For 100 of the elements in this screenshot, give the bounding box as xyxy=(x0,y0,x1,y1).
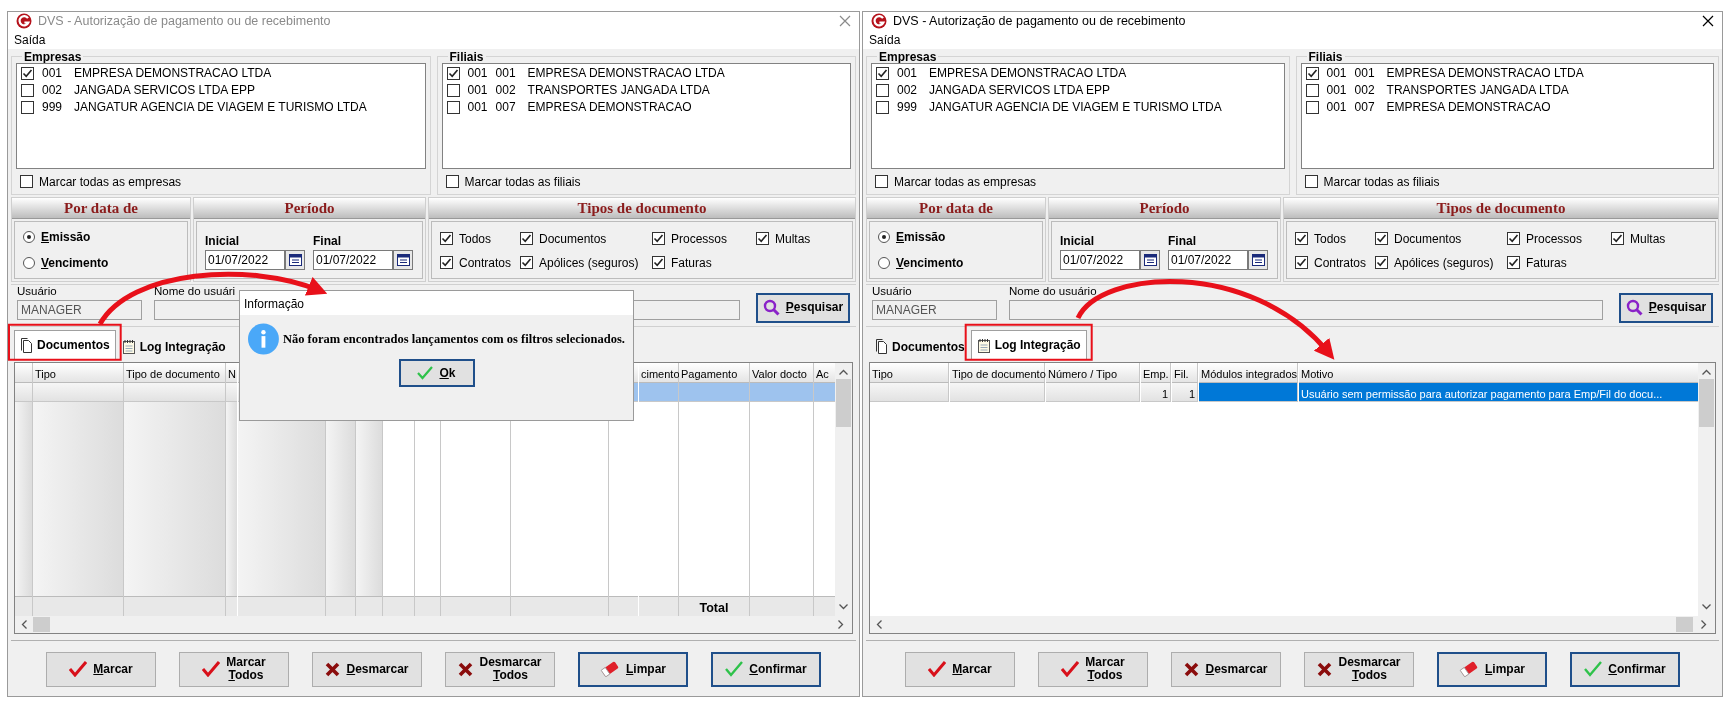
date-field[interactable]: 01/07/2022 xyxy=(313,249,393,270)
checkbox[interactable] xyxy=(1305,83,1319,97)
action-button[interactable]: Marcar xyxy=(46,651,156,687)
scrollbar-thumb[interactable] xyxy=(33,616,50,632)
scrollbar-thumb[interactable] xyxy=(1699,378,1714,427)
search-button[interactable]: Pesquisar xyxy=(756,292,850,323)
radio-button[interactable] xyxy=(23,256,35,269)
checkbox[interactable] xyxy=(1305,66,1319,80)
scroll-up-icon[interactable] xyxy=(1702,368,1711,375)
radio-button[interactable] xyxy=(878,256,890,269)
total-label: Total xyxy=(679,595,749,616)
action-button[interactable]: Confirmar xyxy=(1570,651,1680,687)
scroll-left-icon[interactable] xyxy=(876,619,882,629)
action-button[interactable]: Marcar Todos xyxy=(1038,651,1148,687)
vertical-scrollbar[interactable] xyxy=(1698,362,1715,616)
checkbox[interactable] xyxy=(1507,256,1520,270)
checkbox[interactable] xyxy=(875,175,888,189)
check-icon xyxy=(725,661,744,678)
tab[interactable]: Log Integração xyxy=(970,329,1087,360)
column-header[interactable]: Tipo xyxy=(33,362,123,383)
scroll-right-icon[interactable] xyxy=(1701,619,1707,629)
column-header[interactable]: Tipo xyxy=(870,362,949,383)
checkbox[interactable] xyxy=(520,256,533,270)
group-label: Filiais xyxy=(1307,50,1344,63)
checkbox[interactable] xyxy=(520,232,533,246)
scroll-right-icon[interactable] xyxy=(838,619,844,629)
tab[interactable]: Log Integração xyxy=(115,332,232,360)
checkbox[interactable] xyxy=(1507,232,1520,246)
close-icon[interactable] xyxy=(1702,15,1714,28)
column-header[interactable]: Tipo de documento xyxy=(124,362,225,383)
checkbox[interactable] xyxy=(876,66,889,80)
action-button[interactable]: Marcar Todos xyxy=(179,651,289,687)
column-header[interactable]: cimento xyxy=(639,362,678,383)
checkbox[interactable] xyxy=(1304,175,1318,189)
calendar-button[interactable] xyxy=(393,249,413,270)
column-header[interactable]: Pagamento xyxy=(679,362,749,383)
column-header[interactable]: Emp. xyxy=(1141,362,1171,383)
checkbox[interactable] xyxy=(445,175,459,189)
checkbox[interactable] xyxy=(876,100,889,114)
action-button[interactable]: Desmarcar Todos xyxy=(1304,651,1414,687)
checkbox[interactable] xyxy=(652,256,665,270)
column-header[interactable]: N xyxy=(226,362,237,383)
user-name-field[interactable] xyxy=(1009,299,1603,320)
checkbox[interactable] xyxy=(446,83,460,97)
scroll-up-icon[interactable] xyxy=(839,368,848,375)
radio-button[interactable] xyxy=(23,230,35,243)
checkbox-label: Marcar todas as filiais xyxy=(1323,173,1440,191)
checkbox[interactable] xyxy=(446,66,460,80)
checkbox[interactable] xyxy=(1295,256,1308,270)
checkbox[interactable] xyxy=(21,100,34,114)
checkbox[interactable] xyxy=(21,66,34,80)
calendar-button[interactable] xyxy=(1140,249,1160,270)
vertical-scrollbar[interactable] xyxy=(835,362,852,616)
action-button[interactable]: Desmarcar Todos xyxy=(445,651,555,687)
column-header[interactable]: Fil. xyxy=(1172,362,1198,383)
ok-button[interactable]: Ok xyxy=(398,359,475,387)
checkbox[interactable] xyxy=(1375,232,1388,246)
action-button[interactable]: Marcar xyxy=(905,651,1015,687)
column-header[interactable] xyxy=(15,362,32,383)
checkbox[interactable] xyxy=(440,232,453,246)
date-field[interactable]: 01/07/2022 xyxy=(205,249,285,270)
column-header[interactable]: Motivo xyxy=(1299,362,1698,383)
user-field[interactable]: MANAGER xyxy=(872,299,997,320)
menu-item[interactable]: Saída xyxy=(869,30,901,49)
action-button[interactable]: Desmarcar xyxy=(312,651,422,687)
scroll-down-icon[interactable] xyxy=(839,603,848,610)
search-button[interactable]: Pesquisar xyxy=(1619,292,1713,323)
scrollbar-thumb[interactable] xyxy=(836,378,851,427)
checkbox[interactable] xyxy=(21,83,34,97)
tab[interactable]: Documentos xyxy=(14,329,116,360)
date-field[interactable]: 01/07/2022 xyxy=(1168,249,1248,270)
column-header[interactable]: Módulos integrados xyxy=(1199,362,1298,383)
action-button[interactable]: Desmarcar xyxy=(1171,651,1281,687)
scroll-left-icon[interactable] xyxy=(21,619,27,629)
checkbox[interactable] xyxy=(1611,232,1624,246)
action-button[interactable]: Limpar xyxy=(1437,651,1547,687)
checkbox[interactable] xyxy=(756,232,769,246)
checkbox[interactable] xyxy=(1305,100,1319,114)
checkbox[interactable] xyxy=(1295,232,1308,246)
action-button[interactable]: Confirmar xyxy=(711,651,821,687)
action-button[interactable]: Limpar xyxy=(578,651,688,687)
calendar-button[interactable] xyxy=(285,249,305,270)
checkbox[interactable] xyxy=(876,83,889,97)
radio-button[interactable] xyxy=(878,230,890,243)
checkbox[interactable] xyxy=(652,232,665,246)
column-header[interactable]: Valor docto xyxy=(750,362,813,383)
scrollbar-thumb[interactable] xyxy=(1676,616,1693,632)
date-field[interactable]: 01/07/2022 xyxy=(1060,249,1140,270)
checkbox[interactable] xyxy=(440,256,453,270)
checkbox[interactable] xyxy=(446,100,460,114)
checkbox[interactable] xyxy=(1375,256,1388,270)
column-header[interactable]: Ac xyxy=(814,362,835,383)
column-header[interactable]: Número / Tipo xyxy=(1046,362,1140,383)
user-field[interactable]: MANAGER xyxy=(17,299,142,320)
menu-item[interactable]: Saída xyxy=(14,30,46,49)
scroll-down-icon[interactable] xyxy=(1702,603,1711,610)
column-header[interactable]: Tipo de documento xyxy=(950,362,1045,383)
tab[interactable]: Documentos xyxy=(869,332,971,360)
calendar-button[interactable] xyxy=(1248,249,1268,270)
checkbox[interactable] xyxy=(20,175,33,189)
